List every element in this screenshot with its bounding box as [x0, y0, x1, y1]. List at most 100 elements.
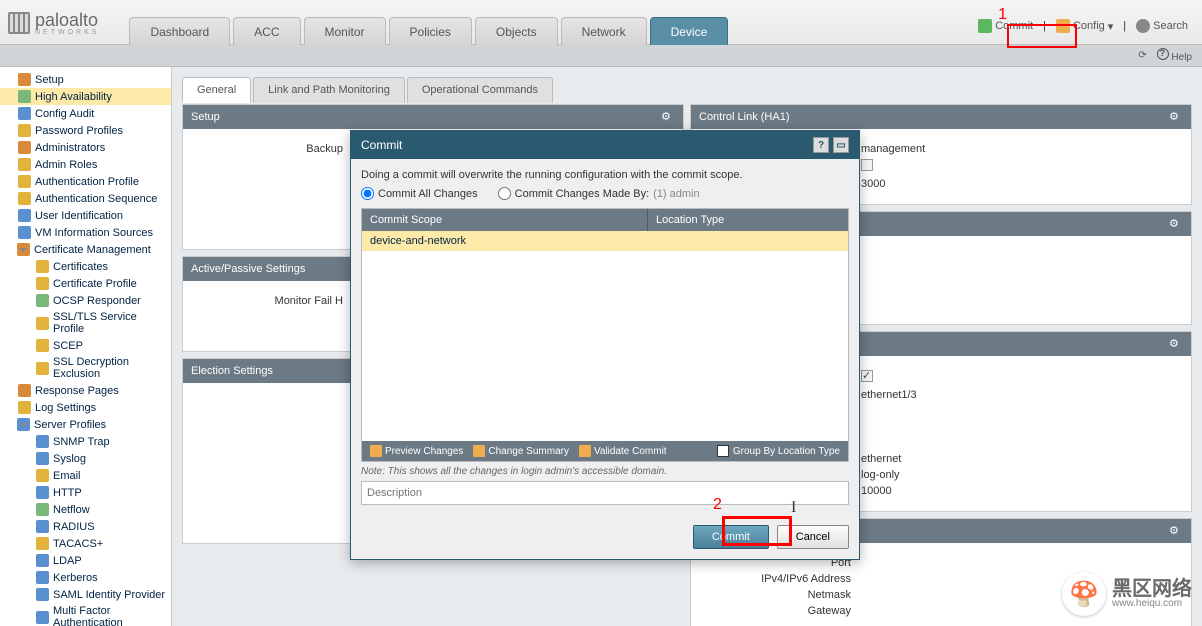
sidebar-item-label: Password Profiles — [35, 125, 123, 137]
subtab-operational[interactable]: Operational Commands — [407, 77, 553, 103]
refresh-icon[interactable]: ⟳ — [1138, 50, 1146, 61]
sidebar-item-label: SCEP — [53, 340, 83, 352]
folder-icon — [36, 571, 49, 584]
sidebar-item-multi-factor-authentication[interactable]: Multi Factor Authentication — [0, 603, 171, 626]
gear-icon[interactable]: ⚙ — [1169, 110, 1183, 124]
scope-row[interactable]: device-and-network — [362, 231, 848, 251]
sidebar-item-label: High Availability — [35, 91, 112, 103]
sidebar-item-ldap[interactable]: LDAP — [0, 552, 171, 569]
field-label: IPv4/IPv6 Address — [701, 573, 861, 585]
sidebar-item-admin-roles[interactable]: Admin Roles — [0, 156, 171, 173]
subtab-link-path[interactable]: Link and Path Monitoring — [253, 77, 405, 103]
panel-title: Control Link (HA1) — [699, 111, 789, 123]
sidebar-item-certificate-profile[interactable]: Certificate Profile — [0, 275, 171, 292]
commit-icon — [978, 19, 992, 33]
sidebar-item-log-settings[interactable]: Log Settings — [0, 399, 171, 416]
radio-commit-all[interactable]: Commit All Changes — [361, 187, 478, 200]
sidebar-item-scep[interactable]: SCEP — [0, 337, 171, 354]
validate-commit-link[interactable]: Validate Commit — [579, 445, 667, 457]
tab-objects[interactable]: Objects — [475, 17, 558, 45]
sidebar-item-response-pages[interactable]: Response Pages — [0, 382, 171, 399]
panel-title: Election Settings — [191, 365, 273, 377]
maximize-icon[interactable]: ▭ — [833, 137, 849, 153]
sidebar-item-setup[interactable]: Setup — [0, 71, 171, 88]
folder-icon — [36, 503, 49, 516]
sidebar-item-server-profiles[interactable]: Server Profiles — [0, 416, 171, 433]
sidebar-item-ssl-decryption-exclusion[interactable]: SSL Decryption Exclusion — [0, 354, 171, 382]
sidebar-item-certificates[interactable]: Certificates — [0, 258, 171, 275]
description-input[interactable] — [361, 481, 849, 505]
sidebar-item-authentication-profile[interactable]: Authentication Profile — [0, 173, 171, 190]
sidebar-item-snmp-trap[interactable]: SNMP Trap — [0, 433, 171, 450]
folder-icon — [18, 226, 31, 239]
checkbox-icon — [861, 370, 873, 382]
field-value: management — [861, 143, 925, 155]
sidebar-item-tacacs-[interactable]: TACACS+ — [0, 535, 171, 552]
tab-dashboard[interactable]: Dashboard — [129, 17, 230, 45]
radio-commit-by[interactable]: Commit Changes Made By: (1) admin — [498, 187, 700, 200]
gear-icon[interactable]: ⚙ — [1169, 524, 1183, 538]
folder-icon — [18, 192, 31, 205]
field-label: Monitor Fail H — [193, 295, 353, 307]
gear-icon[interactable]: ⚙ — [1169, 337, 1183, 351]
sidebar-item-radius[interactable]: RADIUS — [0, 518, 171, 535]
sidebar-item-netflow[interactable]: Netflow — [0, 501, 171, 518]
sidebar-item-label: HTTP — [53, 487, 82, 499]
cancel-button[interactable]: Cancel — [777, 525, 849, 549]
folder-icon — [36, 611, 49, 624]
tab-policies[interactable]: Policies — [389, 17, 472, 45]
folder-icon — [36, 362, 49, 375]
dialog-header: Commit ? ▭ — [351, 131, 859, 159]
sidebar-item-label: Email — [53, 470, 81, 482]
sidebar-item-label: Setup — [35, 74, 64, 86]
sidebar-item-label: Certificate Management — [34, 244, 151, 256]
sidebar-item-saml-identity-provider[interactable]: SAML Identity Provider — [0, 586, 171, 603]
help-icon[interactable]: ? — [813, 137, 829, 153]
search-link[interactable]: Search — [1130, 16, 1194, 36]
gear-icon[interactable]: ⚙ — [661, 110, 675, 124]
sidebar-item-ssl-tls-service-profile[interactable]: SSL/TLS Service Profile — [0, 309, 171, 337]
tab-device[interactable]: Device — [650, 17, 729, 45]
commit-button[interactable]: Commit — [693, 525, 769, 549]
folder-icon — [18, 384, 31, 397]
tab-monitor[interactable]: Monitor — [304, 17, 386, 45]
group-by-location-checkbox[interactable]: Group By Location Type — [717, 445, 840, 457]
sidebar-item-user-identification[interactable]: User Identification — [0, 207, 171, 224]
sidebar-item-vm-information-sources[interactable]: VM Information Sources — [0, 224, 171, 241]
sidebar-item-http[interactable]: HTTP — [0, 484, 171, 501]
subtabs: General Link and Path Monitoring Operati… — [182, 77, 1192, 103]
sidebar-item-label: TACACS+ — [53, 538, 103, 550]
summary-icon — [473, 445, 485, 457]
sidebar-item-label: SAML Identity Provider — [53, 589, 165, 601]
sidebar-item-syslog[interactable]: Syslog — [0, 450, 171, 467]
sidebar-item-ocsp-responder[interactable]: OCSP Responder — [0, 292, 171, 309]
sidebar-item-administrators[interactable]: Administrators — [0, 139, 171, 156]
panel-title: Active/Passive Settings — [191, 263, 305, 275]
sidebar-item-email[interactable]: Email — [0, 467, 171, 484]
sidebar-item-label: Kerberos — [53, 572, 98, 584]
tab-acc[interactable]: ACC — [233, 17, 300, 45]
watermark: 🍄 黑区网络www.heiqu.com — [1062, 572, 1192, 616]
folder-icon — [18, 107, 31, 120]
subtab-general[interactable]: General — [182, 77, 251, 103]
dialog-title: Commit — [361, 138, 402, 152]
sidebar-item-label: Log Settings — [35, 402, 96, 414]
help-link[interactable]: Help — [1157, 48, 1192, 63]
watermark-icon: 🍄 — [1069, 580, 1099, 609]
sidebar-item-kerberos[interactable]: Kerberos — [0, 569, 171, 586]
config-link[interactable]: Config ▾ — [1050, 16, 1119, 36]
top-bar: paloalto NETWORKS Dashboard ACC Monitor … — [0, 0, 1202, 45]
col-location-type: Location Type — [648, 209, 848, 231]
sidebar-item-password-profiles[interactable]: Password Profiles — [0, 122, 171, 139]
sidebar-item-certificate-management[interactable]: Certificate Management — [0, 241, 171, 258]
field-value: ethernet1/3 — [861, 389, 917, 401]
sidebar-item-label: Certificates — [53, 261, 108, 273]
tab-network[interactable]: Network — [561, 17, 647, 45]
gear-icon[interactable]: ⚙ — [1169, 217, 1183, 231]
sidebar-item-authentication-sequence[interactable]: Authentication Sequence — [0, 190, 171, 207]
sidebar-item-label: SSL Decryption Exclusion — [53, 356, 167, 380]
sidebar-item-high-availability[interactable]: High Availability — [0, 88, 171, 105]
change-summary-link[interactable]: Change Summary — [473, 445, 569, 457]
sidebar-item-config-audit[interactable]: Config Audit — [0, 105, 171, 122]
preview-changes-link[interactable]: Preview Changes — [370, 445, 463, 457]
